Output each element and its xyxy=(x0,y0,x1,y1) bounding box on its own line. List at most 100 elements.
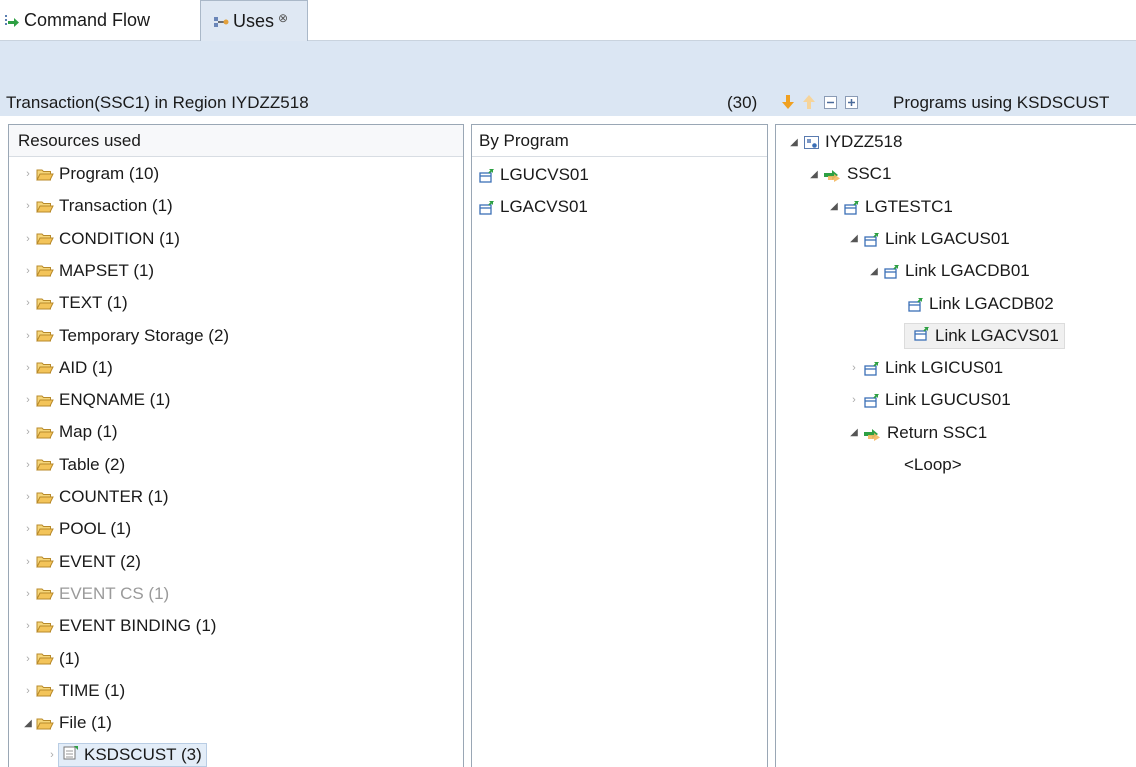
by-program-pane: By Program LGUCVS01 LGACVS01 xyxy=(471,124,768,767)
folder-icon xyxy=(36,587,54,600)
collapsed-chevron-icon[interactable]: › xyxy=(22,394,34,406)
collapsed-chevron-icon[interactable]: › xyxy=(22,491,34,503)
resource-category-item[interactable]: › Transaction (1) xyxy=(22,190,173,222)
collapsed-chevron-icon[interactable]: › xyxy=(22,233,34,245)
expand-all-icon[interactable] xyxy=(843,94,859,110)
collapsed-chevron-icon[interactable]: › xyxy=(22,265,34,277)
tree-node-label: SSC1 xyxy=(847,164,892,184)
view-header: Transaction(SSC1) in Region IYDZZ518 (30… xyxy=(0,92,1136,116)
resource-category-item[interactable]: › ENQNAME (1) xyxy=(22,384,170,416)
tree-node[interactable]: ◢ SSC1 xyxy=(808,158,891,190)
tree-node-label: <Loop> xyxy=(904,455,962,474)
transaction-flow-icon xyxy=(864,426,882,441)
resource-category-item[interactable]: › EVENT (2) xyxy=(22,546,141,578)
header-band xyxy=(0,41,1136,92)
tree-node[interactable]: ◢ Return SSC1 xyxy=(848,417,987,449)
expanded-triangle-icon[interactable]: ◢ xyxy=(848,427,860,438)
tree-node[interactable]: Link LGACVS01 xyxy=(904,320,1065,352)
collapsed-chevron-icon[interactable]: › xyxy=(848,362,860,374)
collapsed-chevron-icon[interactable]: › xyxy=(22,362,34,374)
resource-category-item[interactable]: › Table (2) xyxy=(22,449,125,481)
resource-category-item[interactable]: › Program (10) xyxy=(22,158,159,190)
resource-category-item[interactable]: ◢ File (1) xyxy=(22,707,112,739)
tree-node-label: Link LGACDB01 xyxy=(905,261,1030,281)
program-icon xyxy=(479,199,495,215)
tree-node-label: Link LGACDB02 xyxy=(929,293,1054,313)
resource-category-item[interactable]: › AID (1) xyxy=(22,352,113,384)
program-list-item[interactable]: LGUCVS01 xyxy=(479,159,589,191)
collapsed-chevron-icon[interactable]: › xyxy=(22,459,34,471)
resource-category-label: CONDITION (1) xyxy=(59,228,180,248)
expanded-triangle-icon[interactable]: ◢ xyxy=(848,233,860,244)
expanded-triangle-icon[interactable]: ◢ xyxy=(828,201,840,212)
resource-category-label: COUNTER (1) xyxy=(59,487,169,506)
collapsed-chevron-icon[interactable]: › xyxy=(22,523,34,535)
uses-icon xyxy=(213,14,229,30)
collapsed-chevron-icon[interactable]: › xyxy=(22,426,34,438)
program-link-icon xyxy=(864,360,880,376)
resource-category-label: (1) xyxy=(59,648,80,668)
folder-icon xyxy=(36,361,54,374)
tree-node[interactable]: ◢ LGTESTC1 xyxy=(828,191,953,223)
collapsed-chevron-icon[interactable]: › xyxy=(22,620,34,632)
expanded-triangle-icon[interactable]: ◢ xyxy=(868,266,880,277)
close-icon[interactable]: ⊗ xyxy=(278,11,288,25)
tab-uses-label: Uses xyxy=(233,11,275,31)
region-icon xyxy=(804,135,820,149)
arrow-down-icon[interactable] xyxy=(780,94,796,110)
collapsed-chevron-icon[interactable]: › xyxy=(22,556,34,568)
collapsed-chevron-icon[interactable]: › xyxy=(22,168,34,180)
resource-category-item[interactable]: › POOL (1) xyxy=(22,513,131,545)
folder-icon xyxy=(36,620,54,633)
resources-used-column-header[interactable]: Resources used xyxy=(9,125,463,157)
resource-file-item[interactable]: › KSDSCUST (3) xyxy=(46,739,207,767)
resource-category-label: MAPSET (1) xyxy=(59,260,155,280)
collapsed-chevron-icon[interactable]: › xyxy=(22,297,34,309)
resource-category-label: AID (1) xyxy=(59,357,113,377)
tab-uses[interactable]: Uses ⊗ xyxy=(200,0,308,42)
tab-command-flow-label: Command Flow xyxy=(24,10,151,30)
collapse-all-icon[interactable] xyxy=(822,94,838,110)
resource-category-label: Map (1) xyxy=(59,422,118,442)
tree-node[interactable]: ◢ Link LGACDB01 xyxy=(868,255,1030,287)
resource-category-item[interactable]: › COUNTER (1) xyxy=(22,481,169,513)
folder-icon xyxy=(36,394,54,407)
expanded-triangle-icon[interactable]: ◢ xyxy=(808,169,820,180)
program-label: LGUCVS01 xyxy=(500,165,589,184)
tab-command-flow[interactable]: Command Flow xyxy=(0,0,200,41)
expanded-triangle-icon[interactable]: ◢ xyxy=(22,718,34,729)
resource-category-item[interactable]: › CONDITION (1) xyxy=(22,223,180,255)
file-icon xyxy=(63,745,79,760)
resource-category-label: TEXT (1) xyxy=(59,293,128,313)
resource-category-item[interactable]: › TIME (1) xyxy=(22,675,125,707)
resource-category-item[interactable]: › EVENT CS (1) xyxy=(22,578,169,610)
resource-category-item[interactable]: › TEXT (1) xyxy=(22,287,128,319)
collapsed-chevron-icon[interactable]: › xyxy=(22,653,34,665)
tree-node[interactable]: ◢ Link LGACUS01 xyxy=(848,223,1010,255)
resource-category-item[interactable]: › Temporary Storage (2) xyxy=(22,320,229,352)
collapsed-chevron-icon[interactable]: › xyxy=(22,588,34,600)
folder-icon xyxy=(36,426,54,439)
tree-node[interactable]: › Link LGUCUS01 xyxy=(848,384,1011,416)
resource-category-item[interactable]: › (1) xyxy=(22,643,80,675)
program-list-item[interactable]: LGACVS01 xyxy=(479,191,588,223)
tree-node[interactable]: › Link LGICUS01 xyxy=(848,352,1003,384)
tree-node[interactable]: <Loop> xyxy=(904,449,962,481)
expanded-triangle-icon[interactable]: ◢ xyxy=(788,137,800,148)
resource-category-item[interactable]: › MAPSET (1) xyxy=(22,255,154,287)
collapsed-chevron-icon[interactable]: › xyxy=(848,394,860,406)
tree-node[interactable]: ◢ IYDZZ518 xyxy=(788,126,902,158)
collapsed-chevron-icon[interactable]: › xyxy=(22,200,34,212)
resource-category-item[interactable]: › Map (1) xyxy=(22,416,118,448)
arrow-up-icon[interactable] xyxy=(801,94,817,110)
resource-category-item[interactable]: › EVENT BINDING (1) xyxy=(22,610,216,642)
collapsed-chevron-icon[interactable]: › xyxy=(22,685,34,697)
collapsed-chevron-icon[interactable]: › xyxy=(22,330,34,342)
by-program-column-header[interactable]: By Program xyxy=(472,125,767,157)
program-link-icon xyxy=(844,199,860,215)
collapsed-chevron-icon[interactable]: › xyxy=(46,749,58,761)
tree-node[interactable]: Link LGACDB02 xyxy=(904,288,1054,320)
resource-category-label: Transaction (1) xyxy=(59,196,173,216)
programs-using-title: Programs using KSDSCUST xyxy=(893,93,1110,112)
resource-category-label: Table (2) xyxy=(59,454,126,474)
